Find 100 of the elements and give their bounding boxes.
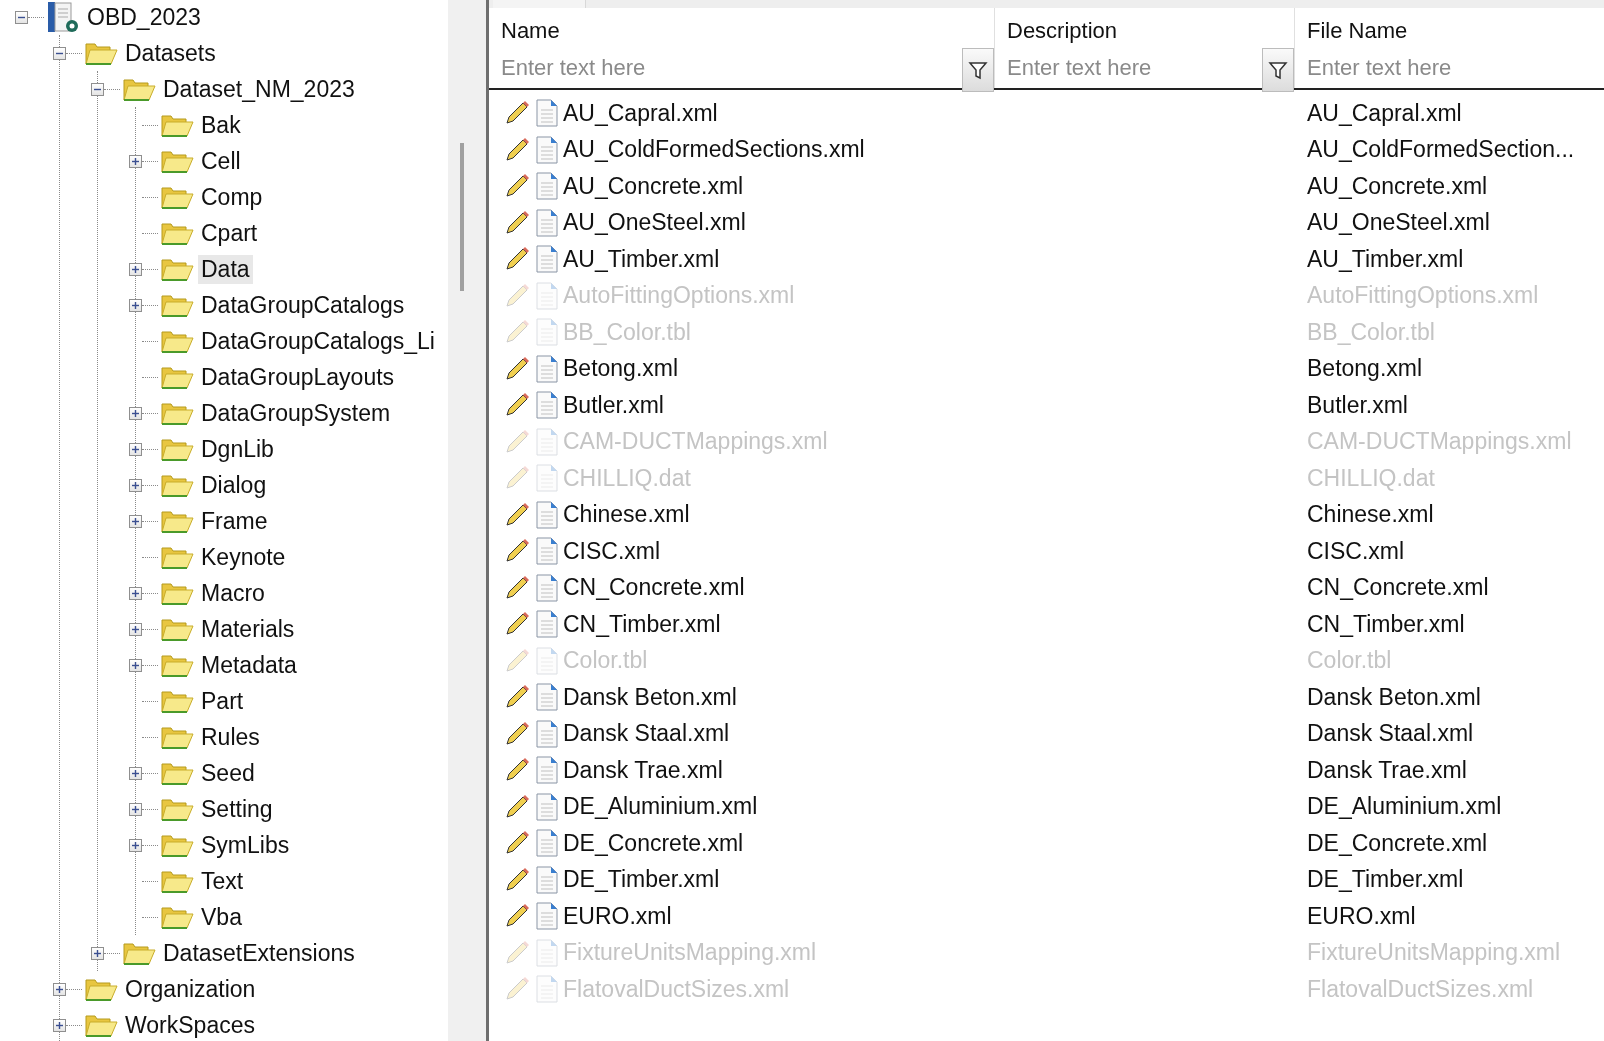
expand-toggle[interactable] [129,838,142,852]
tree-item[interactable]: DataGroupSystem [198,398,394,428]
expand-toggle[interactable] [129,442,142,456]
file-path-cell-text: CHILLIQ.dat [1306,464,1436,492]
file-name-cell: AU_Concrete.xml [563,172,744,200]
document-icon [535,828,559,859]
collapse-toggle[interactable] [53,46,66,60]
tree-item[interactable]: Cpart [198,218,261,248]
tree-item[interactable]: DataGroupCatalogs_Li [198,326,438,356]
pencil-icon [503,354,531,383]
file-name-cell: FlatovalDuctSizes.xml [563,975,790,1003]
expand-toggle[interactable] [53,1018,66,1032]
document-icon [535,572,559,603]
folder-icon [122,76,156,102]
file-name-cell: CAM-DUCTMappings.xml [563,428,828,456]
tree-item[interactable]: Macro [198,578,268,608]
filter-field[interactable]: Enter text here [1295,48,1604,88]
tree-item[interactable]: Part [198,686,247,716]
splitter[interactable] [448,0,489,1041]
file-name-cell: AU_OneSteel.xml [563,209,746,237]
file-path-cell-text: Dansk Trae.xml [1306,756,1468,784]
plus-icon [131,444,140,454]
plus-icon [131,768,140,778]
document-icon [535,536,559,567]
tree-item[interactable]: Datasets [122,38,219,68]
folder-icon [160,328,194,354]
folder-icon [160,436,194,462]
column-header[interactable]: Name [489,8,994,42]
filter-field[interactable]: Enter text here [489,48,962,88]
file-path-cell-text: AU_Capral.xml [1306,99,1463,127]
pencil-icon [503,719,531,748]
expand-toggle[interactable] [53,982,66,996]
tree-item[interactable]: DgnLib [198,434,277,464]
tree-item[interactable]: OBD_2023 [84,2,204,32]
tree-item[interactable]: Bak [198,110,244,140]
tree-item[interactable]: Frame [198,506,271,536]
tree-item[interactable]: Dataset_NM_2023 [160,74,358,104]
document-icon [535,207,559,238]
plus-icon [55,984,64,994]
pencil-icon [503,135,531,164]
expand-toggle[interactable] [129,658,142,672]
file-name-cell: Butler.xml [563,391,664,419]
tree-item[interactable]: SymLibs [198,830,293,860]
file-path-cell-text: AU_Timber.xml [1306,245,1465,273]
filter-button[interactable] [1262,48,1294,92]
file-path-cell-text: DE_Timber.xml [1306,866,1465,894]
file-path-cell-text: CAM-DUCTMappings.xml [1306,428,1573,456]
filter-icon [1268,60,1288,80]
expand-toggle[interactable] [129,478,142,492]
tree-item[interactable]: Metadata [198,650,300,680]
expand-toggle[interactable] [129,154,142,168]
column-header[interactable]: File Name [1295,8,1604,42]
tree-item[interactable]: Cell [198,146,244,176]
pencil-icon [503,646,531,675]
expand-toggle[interactable] [91,946,104,960]
file-path-cell-text: FixtureUnitsMapping.xml [1306,939,1562,967]
tree-item[interactable]: Materials [198,614,298,644]
plus-icon [131,588,140,598]
column-header[interactable]: Description [995,8,1294,42]
expand-toggle[interactable] [129,586,142,600]
folder-icon [160,364,194,390]
tree-item[interactable]: Seed [198,758,258,788]
expand-toggle[interactable] [129,262,142,276]
pencil-icon [503,792,531,821]
expand-toggle[interactable] [129,802,142,816]
tree-item[interactable]: DataGroupCatalogs [198,290,408,320]
document-icon [535,134,559,165]
file-name-cell: AU_Timber.xml [563,245,720,273]
tree-item[interactable]: Data [198,254,253,284]
tree-item[interactable]: Setting [198,794,276,824]
plus-icon [93,948,102,958]
tree-item[interactable]: Keynote [198,542,289,572]
scrollbar-thumb[interactable] [460,143,464,291]
tree-item[interactable]: Organization [122,974,259,1004]
file-name-cell: BB_Color.tbl [563,318,691,346]
tree-item[interactable]: DatasetExtensions [160,938,358,968]
file-name-cell: DE_Aluminium.xml [563,793,758,821]
tree-item[interactable]: WorkSpaces [122,1010,258,1040]
folder-icon [160,508,194,534]
collapse-toggle[interactable] [15,10,28,24]
folder-icon [160,616,194,642]
tree-item[interactable]: Text [198,866,247,896]
expand-toggle[interactable] [129,622,142,636]
tree-item[interactable]: Rules [198,722,263,752]
file-name-cell: CISC.xml [563,537,661,565]
expand-toggle[interactable] [129,406,142,420]
tree-item[interactable]: DataGroupLayouts [198,362,398,392]
expand-toggle[interactable] [129,514,142,528]
expand-toggle[interactable] [129,766,142,780]
file-path-cell-text: AutoFittingOptions.xml [1306,282,1540,310]
document-icon [535,463,559,494]
filter-field[interactable]: Enter text here [995,48,1262,88]
tree-item[interactable]: Dialog [198,470,270,500]
tree-item[interactable]: Vba [198,902,245,932]
file-name-cell: Dansk Beton.xml [563,683,737,711]
expand-toggle[interactable] [129,298,142,312]
tree-item[interactable]: Comp [198,182,266,212]
filter-button[interactable] [962,48,994,92]
collapse-toggle[interactable] [91,82,104,96]
document-icon [535,609,559,640]
